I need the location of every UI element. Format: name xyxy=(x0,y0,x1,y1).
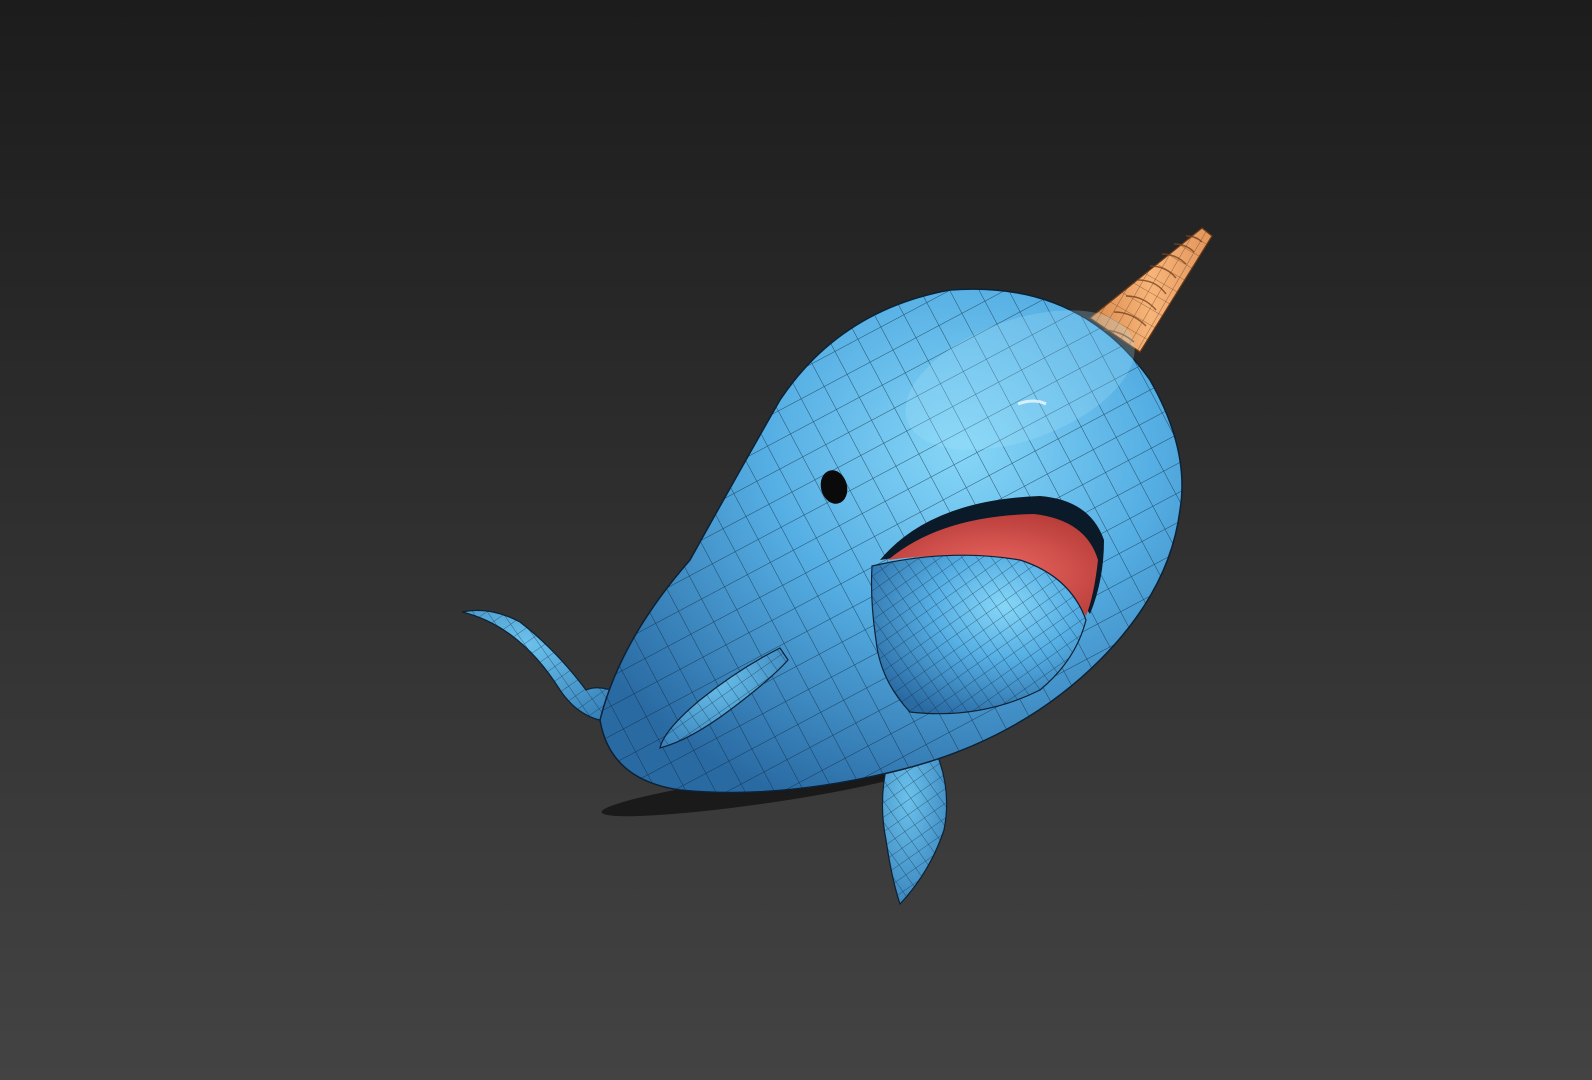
viewport-scene[interactable] xyxy=(0,0,1592,1080)
3d-viewport[interactable] xyxy=(0,0,1592,1080)
bottom-fin[interactable] xyxy=(881,751,948,906)
tail-fluke[interactable] xyxy=(461,609,624,723)
